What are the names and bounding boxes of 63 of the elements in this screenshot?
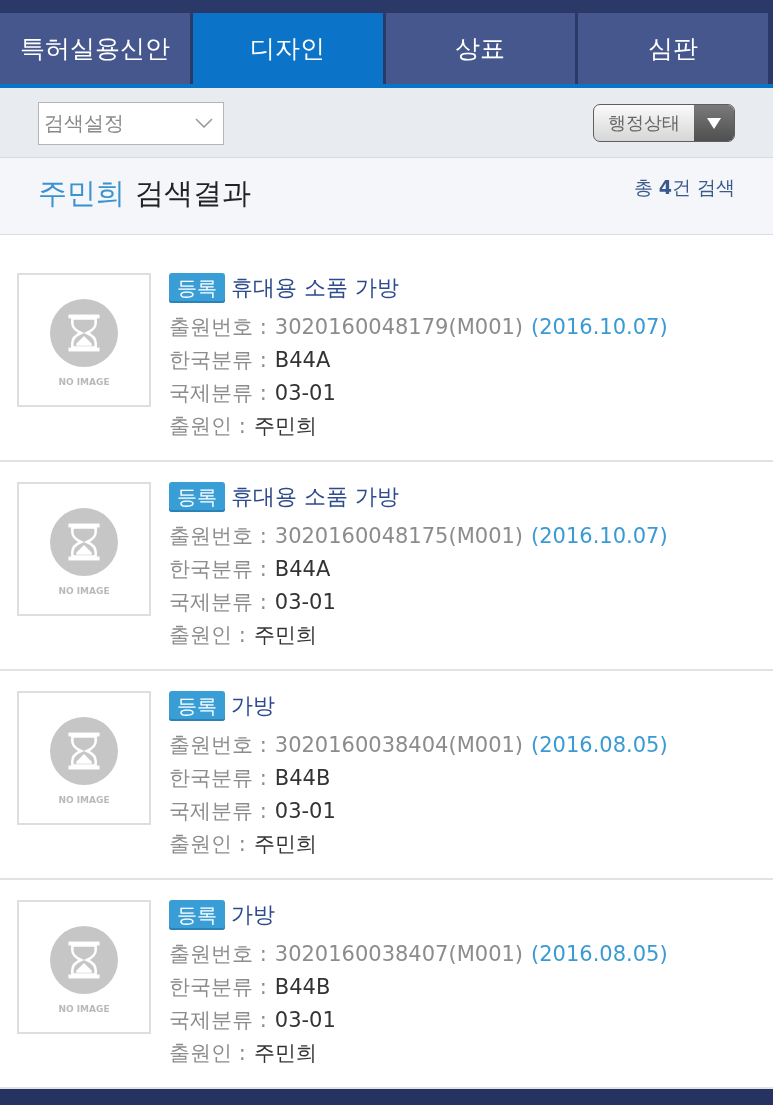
field-label: 출원인 : bbox=[169, 412, 246, 440]
hourglass-icon bbox=[50, 508, 118, 576]
field-label: 출원인 : bbox=[169, 621, 246, 649]
field-label: 출원번호 : bbox=[169, 731, 267, 759]
application-number: 3020160038407(M001) bbox=[274, 941, 524, 966]
field-label: 한국분류 : bbox=[169, 346, 267, 374]
filing-date: (2016.10.07) bbox=[531, 523, 668, 548]
no-image-label: NO IMAGE bbox=[58, 795, 110, 805]
field-value: B44B bbox=[274, 974, 331, 999]
filing-date: (2016.10.07) bbox=[531, 314, 668, 339]
design-title[interactable]: 휴대용 소품 가방 bbox=[231, 482, 399, 512]
status-filter-button[interactable]: 행정상태 bbox=[593, 103, 735, 142]
field-value: 주민희 bbox=[253, 621, 317, 649]
field-value: 주민희 bbox=[253, 412, 317, 440]
field-label: 출원인 : bbox=[169, 1039, 246, 1067]
filing-date: (2016.08.05) bbox=[531, 732, 668, 757]
status-badge: 등록 bbox=[169, 273, 225, 303]
field-label: 국제분류 : bbox=[169, 588, 267, 616]
field-label: 한국분류 : bbox=[169, 973, 267, 1001]
field-label: 출원번호 : bbox=[169, 522, 267, 550]
field-value: 03-01 bbox=[274, 380, 336, 405]
no-image-label: NO IMAGE bbox=[58, 586, 110, 596]
status-badge: 등록 bbox=[169, 482, 225, 512]
hourglass-icon bbox=[50, 926, 118, 994]
field-label: 출원인 : bbox=[169, 830, 246, 858]
field-value: B44A bbox=[274, 556, 331, 581]
application-number: 3020160048179(M001) bbox=[274, 314, 524, 339]
field-value: 03-01 bbox=[274, 798, 336, 823]
result-count: 총 4건 검색 bbox=[633, 175, 735, 200]
field-label: 국제분류 : bbox=[169, 1006, 267, 1034]
application-number: 3020160048175(M001) bbox=[274, 523, 524, 548]
field-value: 주민희 bbox=[253, 830, 317, 858]
tab[interactable]: 상표 bbox=[385, 13, 576, 84]
no-image-label: NO IMAGE bbox=[58, 377, 110, 387]
field-label: 한국분류 : bbox=[169, 555, 267, 583]
field-label: 한국분류 : bbox=[169, 764, 267, 792]
status-badge: 등록 bbox=[169, 900, 225, 930]
result-title: 검색결과 bbox=[135, 175, 251, 212]
design-title[interactable]: 휴대용 소품 가방 bbox=[231, 273, 399, 303]
hourglass-icon bbox=[50, 299, 118, 367]
field-label: 국제분류 : bbox=[169, 379, 267, 407]
caret-down-icon bbox=[694, 104, 734, 141]
design-title[interactable]: 가방 bbox=[231, 900, 275, 930]
tab[interactable]: 특허실용신안 bbox=[0, 13, 190, 84]
chevron-down-icon bbox=[195, 118, 213, 128]
field-value: B44A bbox=[274, 347, 331, 372]
search-setting-select[interactable]: 검색설정 bbox=[38, 101, 224, 145]
field-label: 국제분류 : bbox=[169, 797, 267, 825]
status-badge: 등록 bbox=[169, 691, 225, 721]
field-label: 출원번호 : bbox=[169, 313, 267, 341]
no-image-label: NO IMAGE bbox=[58, 1004, 110, 1014]
tab[interactable]: 디자인 bbox=[192, 13, 383, 84]
field-value: 03-01 bbox=[274, 589, 336, 614]
field-value: 주민희 bbox=[253, 1039, 317, 1067]
design-title[interactable]: 가방 bbox=[231, 691, 275, 721]
field-label: 출원번호 : bbox=[169, 940, 267, 968]
application-number: 3020160038404(M001) bbox=[274, 732, 524, 757]
field-value: 03-01 bbox=[274, 1007, 336, 1032]
hourglass-icon bbox=[50, 717, 118, 785]
tab[interactable]: 심판 bbox=[578, 13, 768, 84]
filing-date: (2016.08.05) bbox=[531, 941, 668, 966]
field-value: B44B bbox=[274, 765, 331, 790]
search-query: 주민희 bbox=[38, 175, 125, 212]
